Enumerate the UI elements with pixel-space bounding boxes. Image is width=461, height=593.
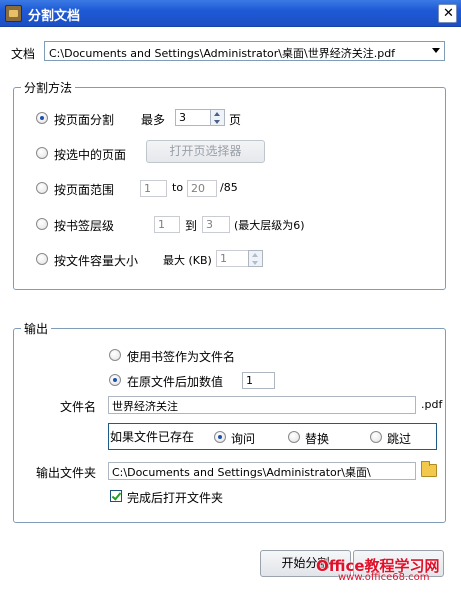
chevron-down-icon[interactable] — [432, 48, 440, 53]
by-bookmark-label: 按书签层级 — [54, 219, 115, 233]
pages-spinner[interactable] — [210, 109, 225, 126]
range-to-input[interactable]: 20 — [187, 180, 217, 197]
radio-by-size[interactable] — [36, 253, 48, 265]
radio-append-number[interactable] — [109, 374, 121, 386]
watermark-url: www.office68.com — [338, 572, 430, 583]
range-from-input[interactable]: 1 — [140, 180, 167, 197]
spin-up-icon[interactable] — [214, 112, 220, 116]
radio-by-range[interactable] — [36, 182, 48, 194]
output-folder-label: 输出文件夹 — [36, 466, 97, 480]
radio-exists-ask[interactable] — [214, 431, 226, 443]
append-number-label: 在原文件后加数值 — [127, 375, 224, 389]
open-page-selector-button[interactable]: 打开页选择器 — [146, 140, 265, 163]
range-to-label: to — [172, 181, 184, 194]
bookmark-from-input[interactable]: 1 — [154, 216, 180, 233]
pages-per-file-input[interactable]: 3 — [175, 109, 211, 126]
bookmark-to-input[interactable]: 3 — [202, 216, 230, 233]
filename-label: 文件名 — [60, 400, 97, 414]
filename-input[interactable]: 世界经济关注 — [108, 396, 416, 414]
exists-skip-label: 跳过 — [387, 432, 412, 446]
max-kb-label: 最大 (KB) — [163, 254, 212, 267]
split-method-legend: 分割方法 — [21, 79, 76, 96]
pdf-extension: .pdf — [421, 398, 443, 411]
close-button[interactable]: ✕ — [438, 4, 457, 23]
range-total-label: /85 — [220, 181, 238, 194]
max-label: 最多 — [141, 113, 166, 127]
output-legend: 输出 — [21, 320, 52, 337]
document-path: C:\Documents and Settings\Administrator\… — [49, 47, 396, 60]
spin-down-icon[interactable] — [252, 261, 258, 265]
bookmark-note: (最大层级为6) — [234, 219, 305, 232]
radio-by-bookmark[interactable] — [36, 218, 48, 230]
window-title: 分割文档 — [28, 9, 81, 24]
open-folder-checkbox[interactable] — [110, 490, 122, 502]
by-selected-label: 按选中的页面 — [54, 148, 127, 162]
max-size-input[interactable]: 1 — [216, 250, 249, 267]
page-unit-label: 页 — [229, 113, 242, 127]
radio-by-page[interactable] — [36, 112, 48, 124]
radio-use-bookmark-name[interactable] — [109, 349, 121, 361]
spin-up-icon[interactable] — [252, 253, 258, 257]
use-bookmark-label: 使用书签作为文件名 — [127, 350, 236, 364]
exists-ask-label: 询问 — [231, 432, 256, 446]
append-number-input[interactable]: 1 — [242, 372, 275, 389]
app-icon — [5, 5, 22, 22]
exists-replace-label: 替换 — [305, 432, 330, 446]
size-spinner[interactable] — [248, 250, 263, 267]
radio-by-selected[interactable] — [36, 147, 48, 159]
radio-exists-replace[interactable] — [288, 431, 300, 443]
output-folder-input[interactable]: C:\Documents and Settings\Administrator\… — [108, 462, 416, 480]
if-exists-label: 如果文件已存在 — [110, 430, 195, 444]
document-label: 文档 — [11, 47, 36, 61]
by-range-label: 按页面范围 — [54, 183, 115, 197]
bookmark-to-label: 到 — [185, 219, 198, 233]
by-page-label: 按页面分割 — [54, 113, 115, 127]
spin-down-icon[interactable] — [214, 120, 220, 124]
folder-icon[interactable] — [421, 461, 437, 477]
open-after-label: 完成后打开文件夹 — [127, 491, 224, 505]
close-icon: ✕ — [443, 6, 454, 21]
radio-exists-skip[interactable] — [370, 431, 382, 443]
document-select[interactable]: C:\Documents and Settings\Administrator\… — [44, 41, 445, 61]
by-size-label: 按文件容量大小 — [54, 254, 139, 268]
title-bar: 分割文档 ✕ — [0, 0, 461, 27]
